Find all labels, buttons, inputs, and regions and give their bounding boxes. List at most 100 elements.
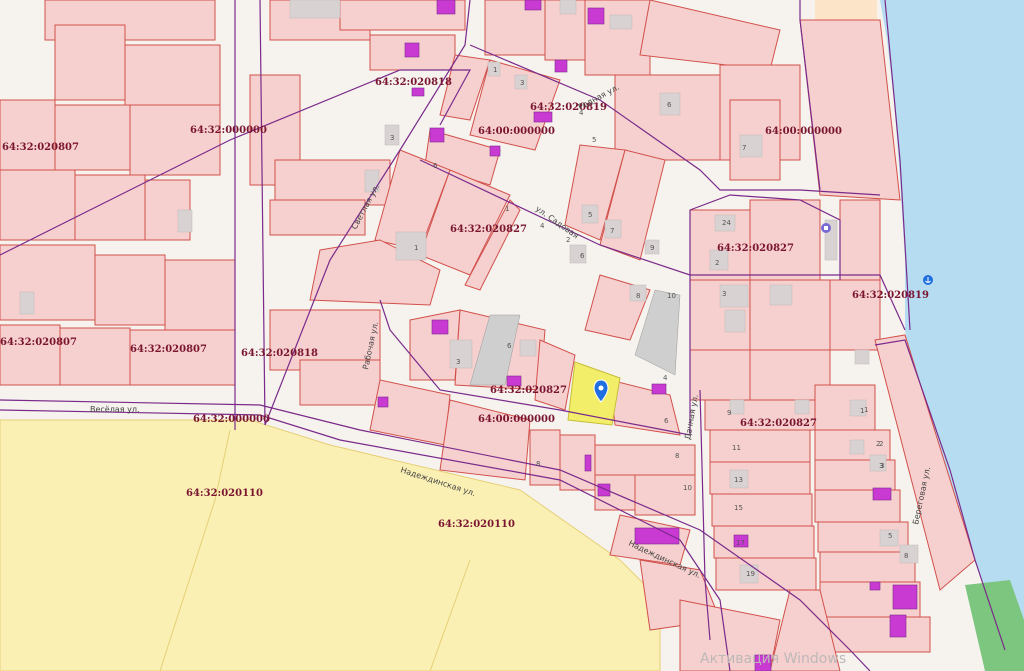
building xyxy=(289,0,341,19)
cadastral-label: 64:00:000000 xyxy=(478,414,555,425)
registered-building xyxy=(404,42,420,58)
parcel[interactable] xyxy=(709,429,811,463)
house-number: 9 xyxy=(727,409,731,417)
building xyxy=(519,339,537,357)
cadastral-map[interactable]: 64:32:020818 64:32:020819 64:00:000000 6… xyxy=(0,0,1024,671)
parcel[interactable] xyxy=(54,24,126,101)
cadastral-label: 64:32:020818 xyxy=(241,348,318,359)
house-number: 9 xyxy=(650,244,654,252)
house-number: 4 xyxy=(540,222,545,230)
parcel[interactable] xyxy=(164,259,236,331)
building xyxy=(395,231,427,261)
house-number: 6 xyxy=(433,162,438,170)
house-number: 3 xyxy=(722,290,726,298)
shop-pin-icon[interactable] xyxy=(821,223,831,233)
registered-building xyxy=(377,396,389,408)
registered-building xyxy=(869,581,881,591)
registered-building xyxy=(436,0,456,15)
parcel[interactable] xyxy=(634,474,696,516)
house-number: 1 xyxy=(505,205,509,213)
parcel[interactable] xyxy=(74,174,146,241)
cadastral-label: 64:00:000000 xyxy=(478,126,555,137)
parcel[interactable] xyxy=(269,199,366,236)
cadastral-label: 64:32:020807 xyxy=(130,344,207,355)
cadastral-label: 64:32:020819 xyxy=(852,290,929,301)
house-number: 6 xyxy=(664,417,669,425)
street-label: Весёлая ул. xyxy=(90,405,140,414)
parcel[interactable] xyxy=(711,493,813,527)
building xyxy=(854,349,870,365)
house-number: 4 xyxy=(579,109,584,117)
house-number: 11 xyxy=(732,444,741,452)
parcel[interactable] xyxy=(749,199,821,281)
cadastral-label: 64:32:020827 xyxy=(717,243,794,254)
registered-building xyxy=(584,454,592,472)
registered-building xyxy=(411,87,425,97)
parcel[interactable] xyxy=(129,329,236,386)
building xyxy=(769,284,793,306)
parcel[interactable] xyxy=(94,254,166,326)
cadastral-label: 64:00:000000 xyxy=(765,126,842,137)
house-number: 5 xyxy=(888,532,892,540)
cadastral-label: 64:32:020827 xyxy=(740,418,817,429)
house-number: 7 xyxy=(742,144,746,152)
house-number: 1 xyxy=(860,407,864,415)
parcel[interactable] xyxy=(0,169,76,241)
parcel[interactable] xyxy=(129,104,221,176)
building xyxy=(899,544,919,564)
house-number: 3 xyxy=(390,134,394,142)
building xyxy=(794,399,810,415)
house-number: 2 xyxy=(879,440,883,448)
registered-building xyxy=(533,111,553,123)
parcel[interactable] xyxy=(0,99,56,171)
parcel[interactable] xyxy=(713,525,815,559)
house-number: 10 xyxy=(667,292,676,300)
registered-building xyxy=(554,59,568,73)
building xyxy=(177,209,193,233)
parcel[interactable] xyxy=(839,199,881,281)
parcel[interactable] xyxy=(715,557,817,591)
cadastral-label: 64:32:020827 xyxy=(490,385,567,396)
registered-building xyxy=(889,614,907,638)
anchor-icon[interactable] xyxy=(923,275,933,285)
cadastral-label: 64:32:000000 xyxy=(193,414,270,425)
parcel[interactable] xyxy=(689,349,751,401)
parcel[interactable] xyxy=(0,244,96,321)
registered-building xyxy=(524,0,542,11)
house-number: 1 xyxy=(414,244,418,252)
registered-building xyxy=(587,7,605,25)
location-marker-dot xyxy=(598,385,604,391)
orange-area xyxy=(815,0,877,20)
parcel[interactable] xyxy=(709,461,811,495)
house-number: 4 xyxy=(663,374,668,382)
parcel[interactable] xyxy=(594,444,696,476)
house-number: 2 xyxy=(566,236,570,244)
house-number: 8 xyxy=(636,292,640,300)
cadastral-label: 64:32:020827 xyxy=(450,224,527,235)
house-number: 24 xyxy=(722,219,731,227)
house-number: 5 xyxy=(588,211,592,219)
house-number: 6 xyxy=(667,101,672,109)
house-number: 1 xyxy=(493,66,497,74)
parcel[interactable] xyxy=(819,616,931,653)
registered-building xyxy=(489,145,501,157)
registered-building xyxy=(872,487,892,501)
registered-building xyxy=(429,127,445,143)
cadastral-label: 64:32:020110 xyxy=(186,488,263,499)
parcel[interactable] xyxy=(54,104,131,171)
cadastral-label: 64:32:020807 xyxy=(0,337,77,348)
registered-building xyxy=(431,319,449,335)
house-number: 7 xyxy=(610,227,614,235)
cadastral-label: 64:32:020818 xyxy=(375,77,452,88)
parcel[interactable] xyxy=(0,324,61,386)
cadastral-label: 64:32:000000 xyxy=(190,125,267,136)
house-number: 15 xyxy=(734,504,743,512)
building xyxy=(729,399,745,415)
building xyxy=(849,439,865,455)
house-number: 8 xyxy=(536,460,540,468)
registered-building xyxy=(892,584,918,610)
parcel[interactable] xyxy=(124,44,221,106)
house-number: 3 xyxy=(520,79,524,87)
cadastral-label: 64:32:020807 xyxy=(2,142,79,153)
house-number: 2 xyxy=(715,259,719,267)
